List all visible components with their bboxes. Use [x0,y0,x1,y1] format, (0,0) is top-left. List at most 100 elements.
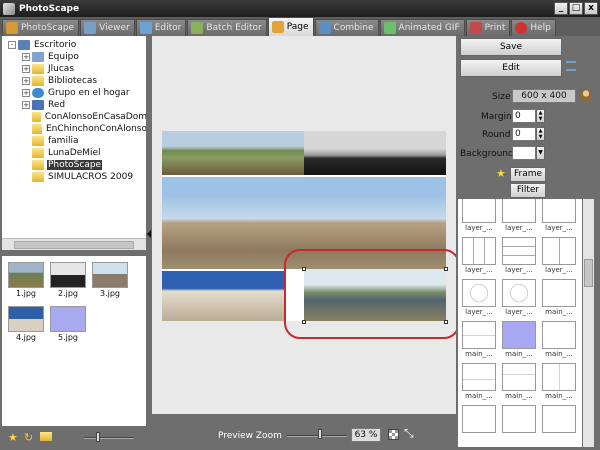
title-bar: PhotoScape _ □ x [0,0,600,17]
layout-item[interactable]: layer_... [462,199,496,233]
fit-grid-icon[interactable] [388,429,399,440]
tab-batch-editor[interactable]: Batch Editor [187,19,267,36]
tree-item-folder[interactable]: LunaDeMiel [2,147,148,159]
filter-button[interactable]: Filter [510,183,546,198]
layout-item[interactable]: main_... [462,321,496,359]
layout-item[interactable]: main_... [542,279,576,317]
minimize-button[interactable]: _ [554,2,568,15]
layout-item[interactable]: layer_... [502,199,536,233]
thumbnail-image [8,262,44,288]
tab-page[interactable]: Page [267,17,314,36]
layout-item[interactable]: layer_... [502,279,536,317]
folder-icon [32,160,44,170]
tree-item-folder[interactable]: ConAlonsoEnCasaDom [2,111,148,123]
tab-animated-gif[interactable]: Animated GIF [379,19,465,36]
combine-icon [318,22,331,34]
layout-item[interactable]: layer_... [502,237,536,275]
tab-viewer[interactable]: Viewer [80,19,135,36]
tab-combine[interactable]: Combine [314,19,379,36]
page-canvas[interactable] [162,131,460,339]
tab-help[interactable]: Help [511,19,556,36]
preview-zoom-slider[interactable] [287,435,347,437]
expand-icon[interactable]: + [22,65,30,73]
background-color-picker[interactable] [512,146,536,160]
tab-editor[interactable]: Editor [135,19,187,36]
thumbnail-item[interactable]: 2.jpg [50,262,86,302]
tree-item-folder[interactable]: familia [2,135,148,147]
layout-item[interactable]: main_... [502,363,536,401]
thumbnail-item[interactable]: 4.jpg [8,306,44,346]
thumbnail-item[interactable]: 1.jpg [8,262,44,302]
layout-grid-scrollbar[interactable] [583,199,594,447]
margin-field[interactable]: 0 [512,109,536,123]
preview-zoom-label: Preview Zoom [218,431,282,441]
background-dropdown[interactable]: ▼ [536,146,545,160]
photo-cell-1[interactable] [162,131,304,175]
save-button[interactable]: Save [460,38,562,56]
layout-item[interactable]: main_... [542,321,576,359]
scrollbar-thumb[interactable] [584,259,593,287]
folder-icon [32,172,44,182]
edit-button[interactable]: Edit [460,59,562,77]
tree-item-folder[interactable]: EnChinchonConAlonso [2,123,148,135]
layout-item[interactable]: layer_... [542,199,576,233]
layout-item-selected[interactable]: main_... [502,321,536,359]
size-label: Size [492,92,511,102]
thumbnail-size-slider[interactable] [84,437,134,439]
photo-cell-2[interactable] [304,131,446,175]
preview-zoom-knob[interactable] [318,429,322,439]
tree-item-escritorio[interactable]: - Escritorio [2,39,148,51]
tree-item-red[interactable]: + Red [2,99,148,111]
zoom-value-field[interactable]: 63 % [351,428,381,442]
tree-item-equipo[interactable]: + Equipo [2,51,148,63]
tab-photoscape[interactable]: PhotoScape [2,19,80,36]
size-field[interactable]: 600 x 400 [512,89,576,103]
expand-icon[interactable]: + [22,77,30,85]
layout-item[interactable]: layer_... [542,237,576,275]
right-panel: Save Edit Size 600 x 400 Margin 0 ▲ ▼ Rou… [456,36,600,450]
round-field[interactable]: 0 [512,127,536,141]
layout-item[interactable] [502,405,536,443]
layout-item[interactable] [462,405,496,443]
thumbnail-item[interactable]: 5.jpg [50,306,86,346]
fullscreen-icon[interactable]: ⤡ [404,426,414,441]
help-icon [515,22,528,34]
tree-item-bibliotecas[interactable]: + Bibliotecas [2,75,148,87]
maximize-button[interactable]: □ [569,2,583,15]
expand-icon[interactable]: + [22,53,30,61]
tree-item-folder[interactable]: SIMULACROS 2009 [2,171,148,183]
photoscape-window: PhotoScape _ □ x PhotoScape Viewer Edito… [0,0,600,450]
star-icon[interactable]: ★ [8,431,18,444]
person-icon[interactable] [580,89,592,102]
photoscape-icon [6,22,18,34]
thumbnail-item[interactable]: 3.jpg [92,262,128,302]
preview-bottom-bar: Preview Zoom 63 % ⤡ [152,414,456,450]
expand-icon[interactable]: + [22,89,30,97]
collapse-arrow-icon[interactable] [147,230,151,238]
tree-item-photoscape[interactable]: PhotoScape [2,159,148,171]
round-spinner[interactable]: ▲ ▼ [536,127,545,141]
layout-item[interactable]: main_... [542,363,576,401]
scrollbar-thumb[interactable] [14,241,134,249]
layout-item[interactable]: main_... [462,363,496,401]
layout-item[interactable]: layer_... [462,237,496,275]
expand-icon[interactable]: + [22,101,30,109]
photo-cell-4[interactable] [162,271,284,321]
tree-horizontal-scrollbar[interactable] [2,238,148,250]
collapse-icon[interactable]: - [8,41,16,49]
folder-icon [32,76,44,86]
thumbnail-size-knob[interactable] [96,432,100,442]
layout-item[interactable] [542,405,576,443]
refresh-icon[interactable]: ↻ [24,431,33,444]
network-icon [32,100,44,110]
tree-item-jlucas[interactable]: + Jlucas [2,63,148,75]
tab-print[interactable]: Print [465,19,511,36]
margin-spinner[interactable]: ▲ ▼ [536,109,545,123]
menu-list-icon[interactable] [566,61,576,71]
layout-item[interactable]: layer_... [462,279,496,317]
left-bottom-bar: ★ ↻ [0,426,150,450]
close-button[interactable]: x [584,2,598,15]
tree-item-grupo-hogar[interactable]: + Grupo en el hogar [2,87,148,99]
folder-open-icon[interactable] [40,432,52,441]
frame-button[interactable]: Frame [510,167,546,182]
